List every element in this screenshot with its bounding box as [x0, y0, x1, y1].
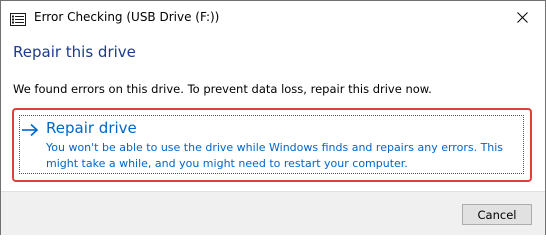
cancel-button[interactable]: Cancel	[462, 204, 532, 225]
drive-check-icon	[10, 11, 26, 26]
arrow-right-icon	[21, 122, 39, 137]
dialog-footer: Cancel	[1, 191, 545, 235]
repair-drive-description: You won't be able to use the drive while…	[46, 141, 504, 170]
close-icon	[516, 8, 528, 27]
title-bar[interactable]: Error Checking (USB Drive (F:))	[1, 1, 545, 34]
error-message: We found errors on this drive. To preven…	[13, 82, 432, 96]
repair-drive-option[interactable]: Repair drive You won't be able to use th…	[17, 113, 526, 176]
error-checking-dialog: Error Checking (USB Drive (F:)) Repair t…	[0, 0, 546, 235]
close-button[interactable]	[499, 1, 545, 34]
repair-drive-title: Repair drive	[46, 119, 137, 137]
page-heading: Repair this drive	[13, 43, 136, 61]
window-title: Error Checking (USB Drive (F:))	[34, 10, 220, 24]
